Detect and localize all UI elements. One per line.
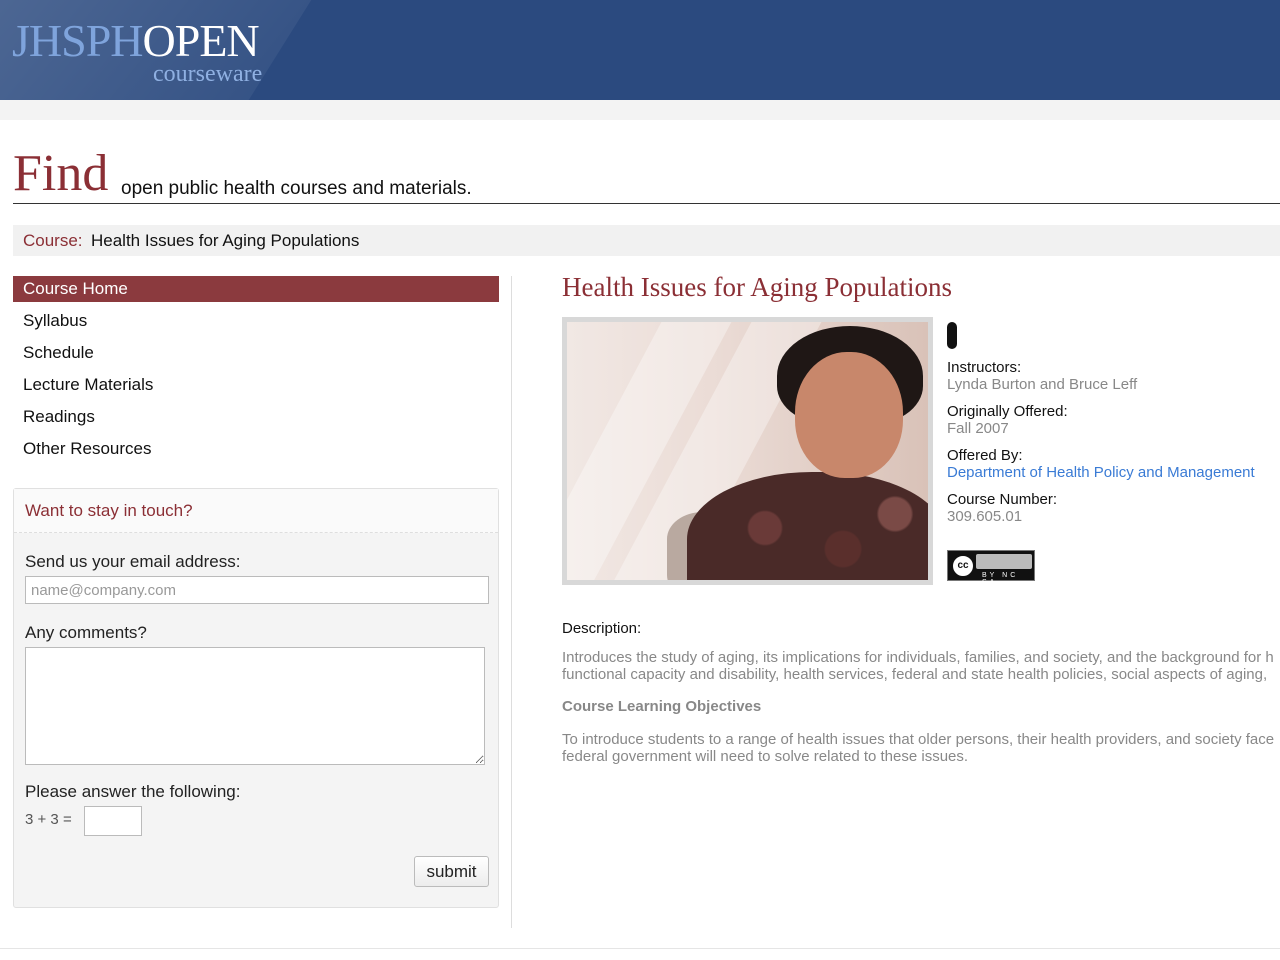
nav-item-readings[interactable]: Readings — [13, 404, 499, 430]
captcha-label: Please answer the following: — [25, 782, 241, 801]
creative-commons-license-badge[interactable]: cc BY NC SA — [947, 550, 1035, 586]
description-line: Introduces the study of aging, its impli… — [562, 649, 1274, 666]
stay-in-touch-form: Want to stay in touch? Send us your emai… — [13, 488, 499, 908]
instructors-value: Lynda Burton and Bruce Leff — [947, 376, 1138, 393]
cc-terms-bar — [976, 554, 1032, 569]
offered-label: Originally Offered: — [947, 403, 1068, 420]
logo-open-text: OPEN — [142, 15, 260, 66]
submit-button[interactable]: submit — [414, 856, 489, 887]
breadcrumb-label: Course: — [23, 231, 83, 250]
form-heading: Want to stay in touch? — [14, 489, 498, 533]
header-band — [0, 100, 1280, 120]
email-input[interactable] — [25, 576, 489, 604]
status-pill-icon — [947, 322, 957, 349]
photo-figure-face — [795, 352, 903, 478]
column-divider — [511, 276, 512, 928]
objectives-text: To introduce students to a range of heal… — [562, 731, 1280, 765]
offered-by-label: Offered By: — [947, 447, 1023, 464]
description-text: Introduces the study of aging, its impli… — [562, 649, 1280, 683]
site-logo[interactable]: JHSPHOPEN courseware — [12, 15, 262, 87]
department-link[interactable]: Department of Health Policy and Manageme… — [947, 464, 1255, 481]
cc-icon: cc — [951, 554, 975, 578]
email-label: Send us your email address: — [25, 552, 241, 571]
nav-item-syllabus[interactable]: Syllabus — [13, 308, 499, 334]
site-header: JHSPHOPEN courseware — [0, 0, 1280, 100]
instructors-label: Instructors: — [947, 359, 1022, 376]
nav-item-lecture-materials[interactable]: Lecture Materials — [13, 372, 499, 398]
course-image — [562, 317, 933, 585]
description-label: Description: — [562, 620, 642, 637]
nav-item-schedule[interactable]: Schedule — [13, 340, 499, 366]
logo-courseware-text: courseware — [153, 61, 263, 87]
objectives-line: federal government will need to solve re… — [562, 748, 969, 765]
offered-value: Fall 2007 — [947, 420, 1009, 437]
cc-terms-text: BY NC SA — [982, 572, 1019, 586]
course-title: Health Issues for Aging Populations — [562, 272, 952, 302]
breadcrumb: Course: Health Issues for Aging Populati… — [13, 225, 1280, 256]
logo-jhsph-text: JHSPH — [12, 15, 144, 66]
find-heading: Find open public health courses and mate… — [13, 148, 1280, 204]
course-nav: Course Home Syllabus Schedule Lecture Ma… — [13, 276, 499, 468]
objectives-line: To introduce students to a range of heal… — [562, 731, 1275, 748]
nav-item-course-home[interactable]: Course Home — [13, 276, 499, 302]
comments-label: Any comments? — [25, 623, 147, 642]
find-word: Find — [13, 145, 109, 202]
comments-textarea[interactable] — [25, 647, 485, 765]
course-photo — [567, 322, 928, 580]
captcha-answer-input[interactable] — [84, 806, 142, 836]
captcha-question: 3 + 3 = — [25, 811, 72, 828]
breadcrumb-course: Health Issues for Aging Populations — [91, 231, 360, 250]
course-number-value: 309.605.01 — [947, 508, 1023, 525]
find-tagline: open public health courses and materials… — [121, 178, 472, 199]
course-number-label: Course Number: — [947, 491, 1058, 508]
objectives-heading: Course Learning Objectives — [562, 698, 762, 715]
nav-item-other-resources[interactable]: Other Resources — [13, 436, 499, 462]
description-line: functional capacity and disability, heal… — [562, 666, 1268, 683]
footer-divider — [0, 948, 1280, 949]
